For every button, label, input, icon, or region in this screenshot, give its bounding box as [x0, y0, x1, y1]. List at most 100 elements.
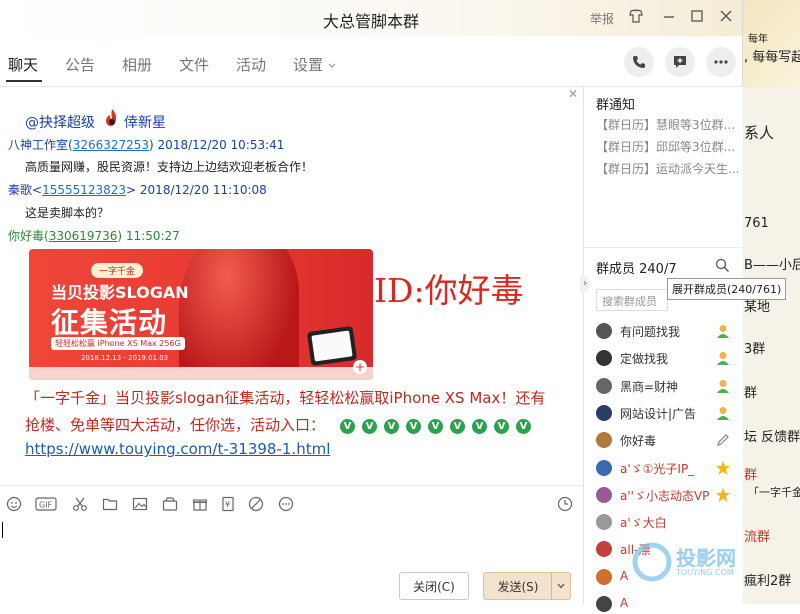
- disable-icon[interactable]: [246, 495, 266, 513]
- scissors-icon[interactable]: [70, 495, 90, 513]
- collapse-icon[interactable]: ✕: [568, 87, 578, 101]
- member-name: 你好毒: [620, 434, 657, 449]
- member-avatar[interactable]: [596, 323, 612, 339]
- tab-settings-label: 设置: [293, 56, 324, 74]
- minimize-icon[interactable]: [661, 8, 677, 28]
- maximize-icon[interactable]: [689, 8, 705, 28]
- shared-poster-image[interactable]: 一字千金 当贝投影SLOGAN 征集活动 轻轻松松赢 iPhone XS Max…: [29, 249, 373, 380]
- watermark-subtext: TOUYING.COM: [676, 568, 734, 577]
- member-row[interactable]: 你好毒: [596, 430, 736, 450]
- message-body: 「一字千金」当贝投影slogan征集活动，轻轻松松赢取iPhone XS Max…: [25, 389, 546, 407]
- tab-chat[interactable]: 聊天: [8, 54, 38, 75]
- search-icon[interactable]: [715, 258, 730, 276]
- activity-link[interactable]: https://www.touying.com/t-31398-1.html: [25, 440, 330, 458]
- emoji-icon[interactable]: [4, 495, 24, 513]
- member-count[interactable]: 群成员 240/7: [596, 258, 677, 277]
- member-row[interactable]: 网站设计|广告: [596, 403, 736, 423]
- send-button[interactable]: 发送(S): [483, 572, 553, 600]
- group-message-button[interactable]: [665, 47, 695, 77]
- sender-name[interactable]: 秦歌<: [8, 183, 42, 197]
- send-options-button[interactable]: [551, 572, 571, 600]
- expand-members-tooltip: 展开群成员(240/761): [667, 278, 787, 300]
- poster-title: 征集活动: [51, 306, 168, 339]
- notice-item[interactable]: 【群日历】运动派今天生...: [596, 160, 739, 177]
- screen-share-icon[interactable]: [160, 495, 180, 513]
- member-avatar[interactable]: [596, 377, 612, 394]
- group-side-panel: 群通知 【群日历】慧眼等3位群... 【群日历】邱邱等3位群... 【群日历】运…: [580, 87, 743, 612]
- member-avatar[interactable]: [596, 459, 612, 476]
- gift-icon[interactable]: [190, 495, 210, 513]
- bg-text: 761: [744, 216, 769, 231]
- tab-settings[interactable]: 设置: [293, 54, 337, 75]
- notice-item[interactable]: 【群日历】慧眼等3位群...: [596, 116, 735, 133]
- sender-name[interactable]: 你好毒(: [8, 229, 49, 243]
- check-emoji-icon: V: [428, 419, 443, 434]
- tab-activity[interactable]: 活动: [236, 54, 266, 75]
- image-icon[interactable]: [130, 495, 150, 513]
- member-row[interactable]: a'ゞ大白: [596, 512, 736, 532]
- bg-text: 群: [744, 468, 758, 483]
- folder-icon[interactable]: [100, 495, 120, 513]
- message-time: > 2018/12/20 11:10:08: [126, 183, 267, 197]
- active-tab-underline: [6, 80, 42, 82]
- member-row[interactable]: A: [596, 594, 736, 614]
- history-clock-icon[interactable]: [555, 495, 575, 513]
- poster-tag: 一字千金: [91, 263, 144, 278]
- member-avatar[interactable]: [596, 514, 612, 531]
- sender-qq-link[interactable]: 15555123823: [42, 183, 126, 197]
- poster-expand-icon[interactable]: +: [353, 360, 367, 374]
- member-row[interactable]: 黑商=财神: [596, 376, 736, 396]
- more-button[interactable]: [706, 47, 736, 77]
- admin-icon: [715, 378, 731, 394]
- bg-text: 系人: [744, 124, 775, 142]
- member-row[interactable]: a'ゞ①光子IP_: [596, 458, 736, 478]
- close-button[interactable]: 关闭(C): [399, 572, 469, 600]
- member-search-input[interactable]: 搜索群成员: [596, 289, 668, 311]
- member-row[interactable]: 有问题找我: [596, 321, 736, 341]
- message-input[interactable]: [0, 521, 583, 571]
- tab-files[interactable]: 文件: [179, 54, 209, 75]
- poster-stage-graphic: [29, 367, 373, 380]
- member-avatar[interactable]: [596, 404, 612, 421]
- phone-call-button[interactable]: [624, 47, 654, 77]
- message-body: 抢楼、免单等四大活动，任你选，活动入口：: [25, 416, 326, 434]
- message-time: ) 11:50:27: [117, 229, 180, 243]
- tab-notice[interactable]: 公告: [65, 54, 95, 75]
- member-name: 黑商=财神: [620, 379, 679, 394]
- member-avatar[interactable]: [596, 541, 612, 558]
- more-tools-icon[interactable]: [276, 495, 296, 513]
- sender-qq-link[interactable]: 3266327253: [73, 138, 149, 152]
- member-avatar[interactable]: [596, 486, 612, 503]
- gif-icon[interactable]: GIF: [34, 495, 58, 513]
- close-icon[interactable]: [718, 8, 734, 28]
- text-caret: [2, 522, 3, 538]
- member-row[interactable]: 定做找我: [596, 348, 736, 368]
- member-avatar[interactable]: [596, 432, 612, 449]
- phone-icon: [633, 56, 645, 68]
- message-time: ) 2018/12/20 10:53:41: [149, 138, 285, 152]
- chat-window: 大总管脚本群 举报 聊天 公告 相册 文件 活动 设置 ✕ @抉择超级 倖新星 …: [0, 0, 787, 612]
- check-emoji-icon: V: [406, 419, 421, 434]
- bg-text: 坛 反馈群: [744, 430, 800, 445]
- check-emoji-icon: V: [516, 419, 531, 434]
- flame-avatar-icon: [102, 108, 122, 128]
- report-button[interactable]: 举报: [590, 10, 614, 27]
- bg-text: 瘋利2群: [744, 574, 792, 589]
- red-packet-icon[interactable]: ¥: [218, 495, 238, 513]
- member-avatar[interactable]: [596, 350, 612, 367]
- member-name: 定做找我: [620, 352, 669, 367]
- notice-item[interactable]: 【群日历】邱邱等3位群...: [596, 138, 735, 155]
- member-name: 网站设计|广告: [620, 406, 697, 421]
- member-avatar[interactable]: [596, 596, 612, 612]
- message-body: 这是卖脚本的？: [25, 206, 110, 220]
- tab-album[interactable]: 相册: [122, 54, 152, 75]
- member-row[interactable]: a''ゞ小志动态VP: [596, 485, 736, 505]
- skin-icon[interactable]: [628, 8, 644, 28]
- title-bar: 大总管脚本群 举报: [0, 0, 742, 36]
- sender-name[interactable]: 八神工作室(: [8, 138, 73, 152]
- poster-cloth-graphic: [179, 249, 299, 380]
- member-avatar[interactable]: [596, 568, 612, 585]
- sender-qq-link[interactable]: 330619736: [49, 229, 118, 243]
- expand-members-arrow[interactable]: ›: [580, 275, 590, 293]
- group-notice-title[interactable]: 群通知: [596, 94, 635, 113]
